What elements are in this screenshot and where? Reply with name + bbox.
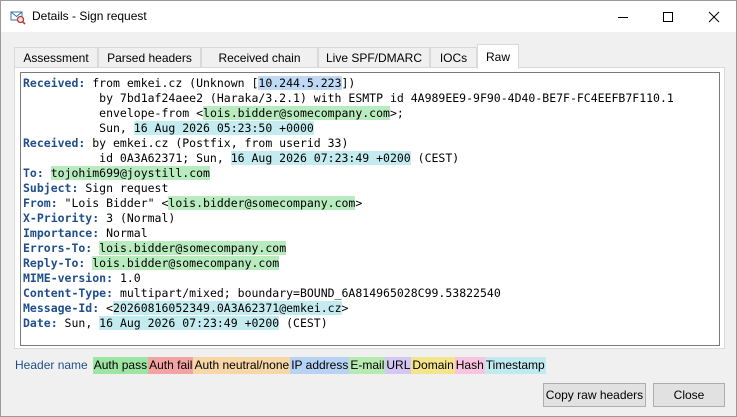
header-text: (CEST): [279, 316, 328, 330]
header-name: Importance:: [23, 226, 100, 240]
tab-raw[interactable]: Raw: [477, 44, 519, 69]
legend-url: URL: [385, 357, 412, 374]
header-name: Errors-To:: [23, 241, 93, 255]
raw-header-line: envelope-from <lois.bidder@somecompany.c…: [23, 106, 719, 121]
copy-raw-headers-button[interactable]: Copy raw headers: [543, 383, 646, 407]
header-text: <: [99, 301, 114, 315]
header-name: To:: [23, 166, 44, 180]
tab-live-spf-dmarc[interactable]: Live SPF/DMARC: [318, 47, 430, 68]
raw-header-line: Errors-To: lois.bidder@somecompany.com: [23, 241, 719, 256]
title-bar[interactable]: Details - Sign request: [1, 1, 736, 32]
highlighted-token: lois.bidder@somecompany.com: [203, 106, 390, 120]
highlight-legend: Header name Auth pass Auth fail Auth neu…: [14, 357, 546, 374]
header-text: 1.0: [113, 271, 141, 285]
legend-auth-pass: Auth pass: [92, 357, 149, 374]
raw-header-line: Received: by emkei.cz (Postfix, from use…: [23, 136, 719, 151]
highlighted-token: 16 Aug 2026 07:23:49 +0200: [230, 151, 411, 165]
legend-domain: Domain: [411, 357, 455, 374]
header-text: Normal: [99, 226, 148, 240]
highlighted-token: 16 Aug 2026 07:23:49 +0200: [99, 316, 280, 330]
highlighted-token: tojohim699@joystill.com: [50, 166, 210, 180]
header-name: Received:: [23, 136, 86, 150]
header-text: by emkei.cz (Postfix, from userid 33): [85, 136, 349, 150]
header-text: envelope-from <: [23, 106, 204, 120]
raw-header-line: Subject: Sign request: [23, 181, 719, 196]
header-text: Sign request: [78, 181, 169, 195]
header-name: MIME-version:: [23, 271, 114, 285]
tab-received-chain[interactable]: Received chain: [201, 47, 318, 68]
legend-ip-address: IP address: [290, 357, 350, 374]
header-text: (CEST): [410, 151, 460, 165]
header-text: from emkei.cz (Unknown [: [85, 76, 259, 90]
raw-header-line: Sun, 16 Aug 2026 05:23:50 +0000: [23, 121, 719, 136]
highlighted-token: 20260816052349.0A3A62371@emkei.cz: [113, 301, 342, 315]
raw-header-line: Received: from emkei.cz (Unknown [10.244…: [23, 76, 719, 91]
maximize-button[interactable]: [645, 1, 690, 32]
tab-parsed-headers[interactable]: Parsed headers: [98, 47, 201, 68]
header-name: From:: [23, 196, 58, 210]
header-text: ]): [341, 76, 356, 90]
raw-header-line: Message-Id: <20260816052349.0A3A62371@em…: [23, 301, 719, 316]
maximize-icon: [662, 11, 673, 22]
header-text: >: [355, 196, 363, 210]
window-title: Details - Sign request: [32, 9, 147, 23]
header-name: Message-Id:: [23, 301, 100, 315]
legend-email: E-mail: [349, 357, 386, 374]
raw-header-line: id 0A3A62371; Sun, 16 Aug 2026 07:23:49 …: [23, 151, 719, 166]
minimize-icon: [617, 16, 628, 18]
raw-header-line: X-Priority: 3 (Normal): [23, 211, 719, 226]
tab-iocs[interactable]: IOCs: [430, 47, 477, 68]
raw-header-line: Reply-To: lois.bidder@somecompany.com: [23, 256, 719, 271]
highlighted-token: 16 Aug 2026 05:23:50 +0000: [133, 121, 314, 135]
header-name: Reply-To:: [23, 256, 86, 270]
raw-header-line: From: "Lois Bidder" <lois.bidder@somecom…: [23, 196, 719, 211]
header-text: >: [341, 301, 349, 315]
header-name: Content-Type:: [23, 286, 114, 300]
header-text: id 0A3A62371; Sun,: [23, 151, 231, 165]
header-text: [44, 166, 51, 180]
legend-auth-fail: Auth fail: [148, 357, 194, 374]
header-text: Sun,: [57, 316, 100, 330]
legend-header-name: Header name: [14, 357, 89, 374]
tab-assessment[interactable]: Assessment: [14, 47, 98, 68]
close-icon: [708, 11, 719, 22]
raw-header-line: Content-Type: multipart/mixed; boundary=…: [23, 286, 719, 301]
raw-headers-textbox[interactable]: Received: from emkei.cz (Unknown [10.244…: [20, 72, 720, 346]
header-text: 3 (Normal): [99, 211, 176, 225]
header-text: multipart/mixed; boundary=BOUND_6A814965…: [113, 286, 501, 300]
header-name: Date:: [23, 316, 58, 330]
legend-timestamp: Timestamp: [484, 357, 546, 374]
highlighted-token: 10.244.5.223: [258, 76, 342, 90]
raw-header-line: MIME-version: 1.0: [23, 271, 719, 286]
raw-tab-panel: Received: from emkei.cz (Unknown [10.244…: [14, 67, 725, 349]
legend-hash: Hash: [454, 357, 485, 374]
close-window-button[interactable]: [691, 1, 736, 32]
minimize-button[interactable]: [600, 1, 645, 32]
highlighted-token: lois.bidder@somecompany.com: [92, 256, 280, 270]
raw-header-line: Date: Sun, 16 Aug 2026 07:23:49 +0200 (C…: [23, 316, 719, 331]
header-text: Sun,: [23, 121, 134, 135]
header-text: by 7bd1af24aee2 (Haraka/3.2.1) with ESMT…: [23, 91, 674, 105]
header-text: >;: [389, 106, 404, 120]
header-text: "Lois Bidder" <: [57, 196, 169, 210]
raw-header-line: Importance: Normal: [23, 226, 719, 241]
envelope-magnifier-icon: [10, 9, 26, 25]
legend-auth-neutral: Auth neutral/none: [193, 357, 291, 374]
highlighted-token: lois.bidder@somecompany.com: [168, 196, 356, 210]
raw-header-line: To: tojohim699@joystill.com: [23, 166, 719, 181]
header-name: X-Priority:: [23, 211, 100, 225]
highlighted-token: lois.bidder@somecompany.com: [99, 241, 287, 255]
header-name: Received:: [23, 76, 86, 90]
close-button[interactable]: Close: [653, 383, 725, 407]
raw-header-line: by 7bd1af24aee2 (Haraka/3.2.1) with ESMT…: [23, 91, 719, 106]
header-name: Subject:: [23, 181, 79, 195]
details-window: Details - Sign request Assessment Parsed…: [0, 0, 737, 417]
